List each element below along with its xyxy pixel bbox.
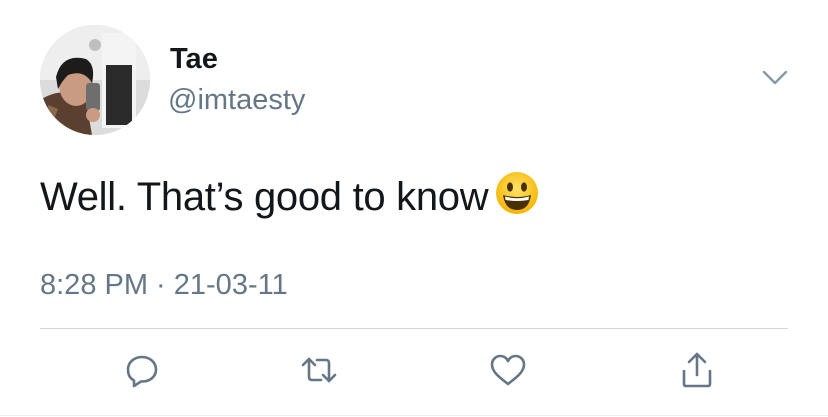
share-icon [682, 352, 712, 388]
like-button[interactable] [486, 348, 530, 392]
tweet-actions [0, 348, 828, 398]
tweet-text: Well. That’s good to know [40, 170, 540, 228]
grinning-face-emoji-icon [494, 170, 540, 228]
tweet-card: Tae @imtaesty Well. That’s good to know … [0, 0, 828, 417]
heart-icon [490, 354, 526, 386]
reply-icon [126, 355, 158, 388]
avatar[interactable] [40, 25, 150, 135]
divider [40, 328, 788, 329]
tweet-text-content: Well. That’s good to know [40, 175, 489, 219]
user-handle[interactable]: @imtaesty [168, 83, 305, 117]
chevron-down-icon[interactable] [760, 65, 790, 89]
reply-button[interactable] [120, 348, 164, 392]
bottom-divider [0, 415, 828, 416]
share-button[interactable] [675, 348, 719, 392]
retweet-icon [301, 357, 337, 383]
avatar-photo-icon [40, 25, 150, 135]
tweet-timestamp[interactable]: 8:28 PM · 21-03-11 [40, 267, 288, 303]
retweet-button[interactable] [297, 348, 341, 392]
display-name[interactable]: Tae [170, 42, 218, 76]
